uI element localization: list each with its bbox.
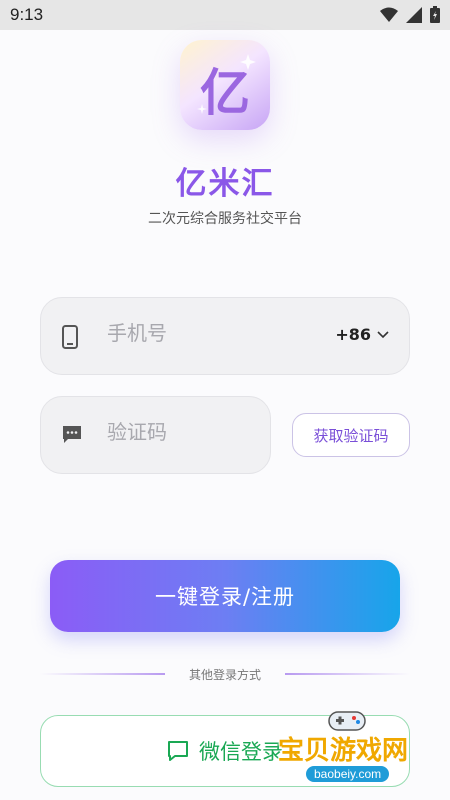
wifi-icon [380,7,398,22]
country-code-label: +86 [335,325,371,344]
battery-icon [430,6,440,23]
login-register-button[interactable]: 一键登录/注册 [50,560,400,632]
get-code-button[interactable]: 获取验证码 [292,413,410,457]
divider-line-right [285,673,410,675]
code-input[interactable] [105,419,239,445]
status-bar: 9:13 [0,0,450,30]
message-icon [63,426,81,443]
app-name: 亿米汇 [175,166,275,202]
phone-field[interactable]: +86 [40,297,410,375]
status-icons [380,6,440,23]
chat-icon [168,741,188,761]
app-logo: 亿 [180,40,270,130]
phone-input[interactable] [105,320,269,346]
country-code-select[interactable]: +86 [335,325,389,344]
code-field[interactable] [40,396,271,474]
app-tagline: 二次元综合服务社交平台 [148,211,302,227]
chevron-down-icon [377,330,389,338]
status-time: 9:13 [10,5,44,24]
logo-glyph: 亿 [200,64,250,122]
wechat-login-label: 微信登录 [199,740,283,764]
signal-icon [406,6,422,23]
wechat-login-button[interactable]: 微信登录 [40,715,410,787]
phone-icon [62,325,78,349]
other-login-divider: 其他登录方式 [40,664,410,684]
